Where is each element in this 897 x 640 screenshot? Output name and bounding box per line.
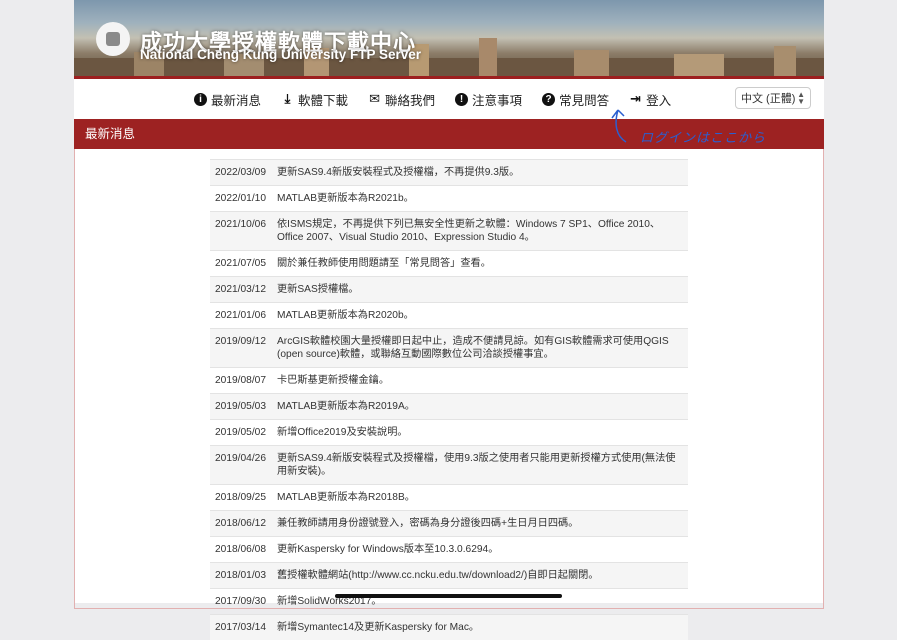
news-text: MATLAB更新版本為R2020b。 [277, 309, 688, 322]
news-date: 2018/09/25 [210, 491, 277, 504]
news-date: 2022/03/09 [210, 166, 277, 179]
news-row: 2022/03/09更新SAS9.4新版安裝程式及授權檔，不再提供9.3版。 [210, 159, 688, 185]
language-select[interactable]: 中文 (正體)▲▼ [735, 87, 811, 109]
news-text: MATLAB更新版本為R2018B。 [277, 491, 688, 504]
news-date: 2018/06/08 [210, 543, 277, 556]
nav-download[interactable]: ⤓ 軟體下載 [281, 90, 348, 109]
news-date: 2021/07/05 [210, 257, 277, 270]
news-row: 2022/01/10MATLAB更新版本為R2021b。 [210, 185, 688, 211]
news-text: 更新SAS授權檔。 [277, 283, 688, 296]
news-text: 兼任教師請用身份證號登入，密碼為身分證後四碼+生日月日四碼。 [277, 517, 688, 530]
news-text: 舊授權軟體網站(http://www.cc.ncku.edu.tw/downlo… [277, 569, 688, 582]
nav-label: 注意事項 [472, 90, 522, 109]
news-date: 2019/04/26 [210, 452, 277, 478]
news-date: 2019/05/02 [210, 426, 277, 439]
news-date: 2021/01/06 [210, 309, 277, 322]
site-subtitle: National Cheng Kung University FTP Serve… [140, 47, 421, 62]
news-row: 2018/01/03舊授權軟體網站(http://www.cc.ncku.edu… [210, 562, 688, 588]
question-icon: ? [542, 93, 555, 106]
news-row: 2021/03/12更新SAS授權檔。 [210, 276, 688, 302]
news-date: 2019/05/03 [210, 400, 277, 413]
news-row: 2019/05/03MATLAB更新版本為R2019A。 [210, 393, 688, 419]
news-row: 2017/09/30新增SolidWorks2017。 [210, 588, 688, 614]
news-date: 2019/09/12 [210, 335, 277, 361]
news-date: 2022/01/10 [210, 192, 277, 205]
envelope-icon: ✉ [368, 93, 381, 106]
news-row: 2021/10/06依ISMS規定，不再提供下列已無安全性更新之軟體：Windo… [210, 211, 688, 250]
news-row: 2019/08/07卡巴斯基更新授權金鑰。 [210, 367, 688, 393]
home-indicator[interactable] [335, 594, 562, 598]
news-text: 新增Symantec14及更新Kaspersky for Mac。 [277, 621, 688, 634]
news-text: 更新SAS9.4新版安裝程式及授權檔，不再提供9.3版。 [277, 166, 688, 179]
news-date: 2018/06/12 [210, 517, 277, 530]
header-banner: 成功大學授權軟體下載中心 National Cheng Kung Univers… [74, 0, 824, 79]
nav-news[interactable]: i 最新消息 [194, 90, 261, 109]
news-date: 2021/10/06 [210, 218, 277, 244]
download-icon: ⤓ [281, 93, 294, 106]
nav-label: 最新消息 [211, 90, 261, 109]
news-text: ArcGIS軟體校園大量授權即日起中止，造成不便請見諒。如有GIS軟體需求可使用… [277, 335, 688, 361]
nav-label: 軟體下載 [298, 90, 348, 109]
news-row: 2018/06/08更新Kaspersky for Windows版本至10.3… [210, 536, 688, 562]
nav-faq[interactable]: ? 常見問答 [542, 90, 609, 109]
news-text: 更新SAS9.4新版安裝程式及授權檔，使用9.3版之使用者只能用更新授權方式使用… [277, 452, 688, 478]
news-text: MATLAB更新版本為R2019A。 [277, 400, 688, 413]
news-text: MATLAB更新版本為R2021b。 [277, 192, 688, 205]
news-row: 2019/04/26更新SAS9.4新版安裝程式及授權檔，使用9.3版之使用者只… [210, 445, 688, 484]
news-row: 2019/09/12ArcGIS軟體校園大量授權即日起中止，造成不便請見諒。如有… [210, 328, 688, 367]
news-date: 2017/03/14 [210, 621, 277, 634]
news-date: 2021/03/12 [210, 283, 277, 296]
ncku-logo [96, 22, 130, 56]
news-row: 2018/09/25MATLAB更新版本為R2018B。 [210, 484, 688, 510]
news-row: 2018/06/12兼任教師請用身份證號登入，密碼為身分證後四碼+生日月日四碼。 [210, 510, 688, 536]
news-date: 2017/09/30 [210, 595, 277, 608]
handwritten-arrow-icon [606, 106, 636, 146]
language-value: 中文 (正體) [741, 90, 795, 106]
news-text: 更新Kaspersky for Windows版本至10.3.0.6294。 [277, 543, 688, 556]
news-date: 2019/08/07 [210, 374, 277, 387]
nav-notice[interactable]: ! 注意事項 [455, 90, 522, 109]
news-row: 2017/03/14新增Symantec14及更新Kaspersky for M… [210, 614, 688, 640]
news-table: 2022/03/09更新SAS9.4新版安裝程式及授權檔，不再提供9.3版。20… [210, 159, 688, 640]
news-row: 2021/07/05關於兼任教師使用問題請至「常見問答」查看。 [210, 250, 688, 276]
select-arrows-icon: ▲▼ [797, 91, 805, 105]
login-icon: ⇥ [629, 93, 642, 106]
main-nav: i 最新消息 ⤓ 軟體下載 ✉ 聯絡我們 ! 注意事項 ? 常見問答 ⇥ 登入 中文 (正體… [74, 79, 824, 119]
news-text: 依ISMS規定，不再提供下列已無安全性更新之軟體：Windows 7 SP1、O… [277, 218, 688, 244]
news-text: 卡巴斯基更新授權金鑰。 [277, 374, 688, 387]
handwritten-annotation: ログインはここから [640, 127, 766, 146]
info-icon: i [194, 93, 207, 106]
nav-label: 登入 [646, 90, 671, 109]
nav-contact[interactable]: ✉ 聯絡我們 [368, 90, 435, 109]
nav-label: 常見問答 [559, 90, 609, 109]
nav-label: 聯絡我們 [385, 90, 435, 109]
news-text: 新增Office2019及安裝說明。 [277, 426, 688, 439]
news-row: 2019/05/02新增Office2019及安裝說明。 [210, 419, 688, 445]
news-text: 關於兼任教師使用問題請至「常見問答」查看。 [277, 257, 688, 270]
news-date: 2018/01/03 [210, 569, 277, 582]
news-row: 2021/01/06MATLAB更新版本為R2020b。 [210, 302, 688, 328]
exclamation-icon: ! [455, 93, 468, 106]
